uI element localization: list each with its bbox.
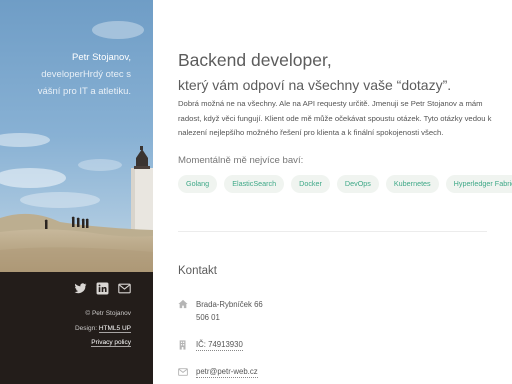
- page-subtitle: který vám odpoví na všechny vaše “dotazy…: [178, 77, 452, 93]
- tag-hyperledger-fabric: Hyperledger Fabric: [445, 175, 512, 193]
- contact-email: petr@petr-web.cz: [178, 366, 258, 378]
- intro-line: vášní pro IT a atletiku.: [37, 86, 131, 97]
- footer-copyright: © Petr Stojanov Design: HTML5 UP Privacy…: [75, 307, 131, 351]
- design-link[interactable]: HTML5 UP: [98, 324, 131, 333]
- home-icon: [178, 299, 188, 309]
- address-zip: 506 01: [196, 313, 220, 322]
- twitter-icon[interactable]: [74, 282, 87, 295]
- social-links: [74, 282, 131, 295]
- author-name: Petr Stojanov,: [72, 52, 131, 63]
- sidebar: Petr Stojanov, developerHrdý otec s vášn…: [0, 0, 153, 384]
- about-paragraph: Dobrá možná ne na všechny. Ale na API re…: [178, 99, 492, 137]
- email-link[interactable]: petr@petr-web.cz: [196, 366, 258, 378]
- ico-number: IČ: 74913930: [196, 340, 243, 351]
- design-credit: Design: HTML5 UP: [75, 322, 131, 337]
- intro-text: Petr Stojanov, developerHrdý otec s vášn…: [1, 49, 131, 100]
- tag-docker: Docker: [291, 175, 330, 193]
- envelope-icon[interactable]: [118, 282, 131, 295]
- tag-devops: DevOps: [336, 175, 379, 193]
- hero-image: Petr Stojanov, developerHrdý otec s vášn…: [0, 0, 153, 272]
- design-label: Design:: [74, 324, 99, 332]
- contact-heading: Kontakt: [178, 265, 217, 277]
- lighthouse-photo: [0, 0, 153, 272]
- contact-ico: IČ: 74913930: [178, 339, 243, 351]
- main-content: Backend developer, který vám odpoví na v…: [153, 0, 512, 384]
- tag-golang: Golang: [178, 175, 218, 193]
- address-street: Brada-Rybníček 66: [196, 300, 263, 309]
- contact-address: Brada-Rybníček 66 506 01: [178, 298, 263, 324]
- tag-kubernetes: Kubernetes: [385, 175, 439, 193]
- tag-elasticsearch: ElasticSearch: [224, 175, 285, 193]
- section-divider: [178, 231, 487, 232]
- sidebar-footer: © Petr Stojanov Design: HTML5 UP Privacy…: [0, 272, 153, 384]
- interest-tags: Golang ElasticSearch Docker DevOps Kuber…: [178, 175, 512, 193]
- interests-heading: Momentálně mě nejvíce baví:: [178, 155, 304, 166]
- intro-line: developerHrdý otec s: [41, 69, 131, 80]
- building-icon: [179, 340, 186, 350]
- copyright-text: © Petr Stojanov: [85, 310, 131, 317]
- page-title: Backend developer,: [178, 50, 332, 70]
- envelope-icon: [178, 368, 188, 376]
- linkedin-icon[interactable]: [96, 282, 109, 295]
- privacy-policy-link[interactable]: Privacy policy: [91, 339, 131, 347]
